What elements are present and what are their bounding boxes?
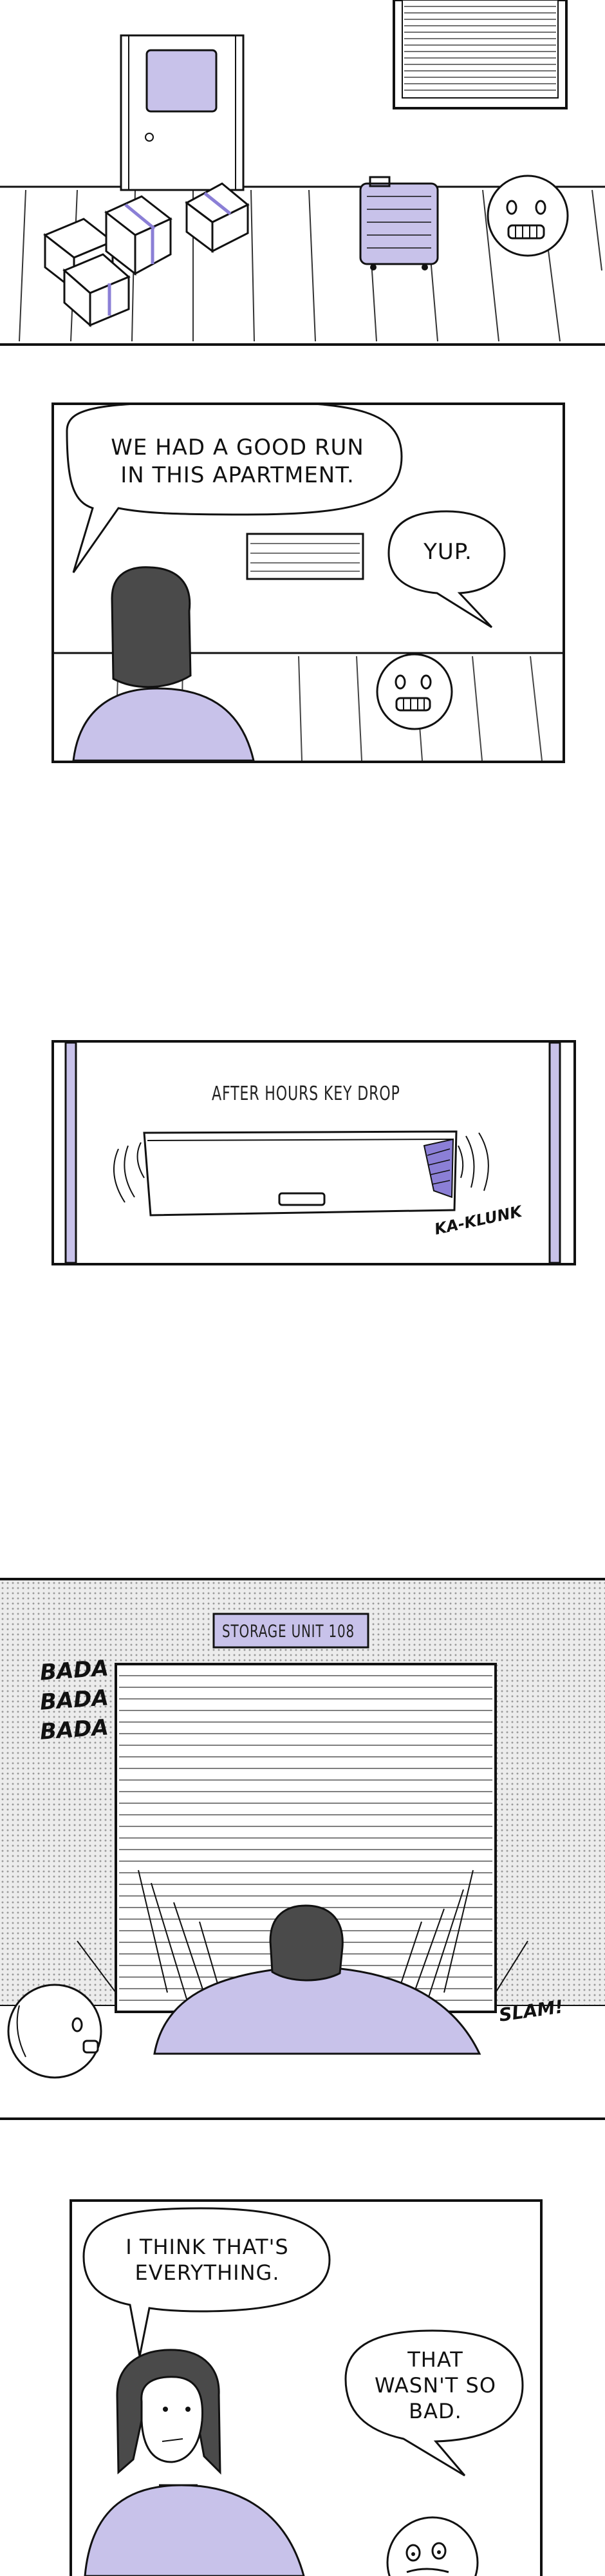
speech-text-yup: YUP. (424, 539, 472, 565)
speech-text-good-run: WE HAD A GOOD RUN IN THIS APARTMENT. (111, 435, 364, 488)
panel-3-key-drop: AFTER HOURS KEY DROP KA-KLUNK (51, 1040, 576, 1265)
sfx-bada: BADA (39, 1655, 110, 1686)
worried-face-icon (487, 175, 569, 257)
window-blinds-icon (393, 0, 568, 109)
peeking-face-icon (7, 1984, 102, 2079)
worried-face-icon (386, 2516, 479, 2576)
person-back-icon (72, 566, 255, 761)
door-icon (120, 34, 245, 191)
storage-unit-sign: STORAGE UNIT 108 (222, 1622, 355, 1642)
key-drop-sign: AFTER HOURS KEY DROP (212, 1083, 400, 1105)
worried-face-icon (376, 653, 453, 730)
panel-4-storage-unit: STORAGE UNIT 108 BADA BADA BADA SLAM! (0, 1578, 605, 2120)
panel-2-good-run: WE HAD A GOOD RUN IN THIS APARTMENT. YUP… (51, 402, 565, 763)
person-front-icon (84, 2349, 305, 2576)
panel-5-everything: I THINK THAT'S EVERYTHING. THAT WASN'T S… (70, 2199, 543, 2576)
suitcase-icon (359, 176, 439, 270)
panel-1-moving-boxes (0, 0, 605, 348)
key-drop-slot-icon (143, 1130, 458, 1217)
speech-bubble-right (387, 510, 506, 629)
sfx-bada: BADA (39, 1685, 110, 1716)
speech-text-not-so-bad: THAT WASN'T SO BAD. (374, 2347, 497, 2423)
speech-text-everything: I THINK THAT'S EVERYTHING. (126, 2235, 289, 2285)
cardboard-box-icon (43, 182, 250, 328)
sfx-bada-stack: BADA BADA BADA (39, 1655, 110, 1745)
sfx-bada: BADA (39, 1714, 110, 1745)
